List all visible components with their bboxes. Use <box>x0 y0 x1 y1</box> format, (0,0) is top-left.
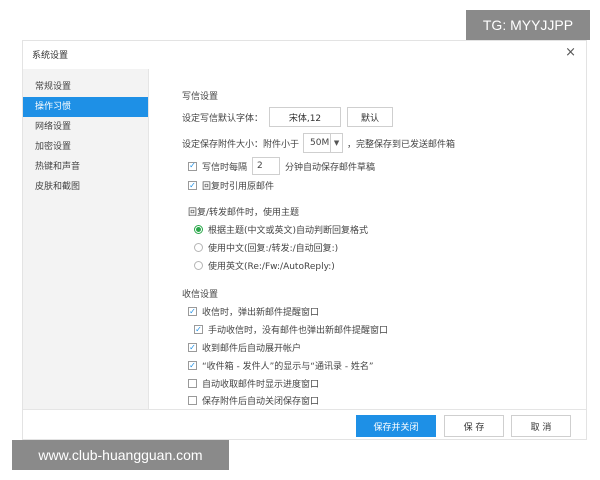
auto-close-save-checkbox[interactable] <box>188 396 197 405</box>
receive-item: ✓ 收信时，弹出新邮件提醒窗口 <box>188 305 319 318</box>
sidebar-item-encryption[interactable]: 加密设置 <box>23 137 148 157</box>
font-label: 设定写信默认字体： <box>182 113 264 124</box>
receive-item: ✓ 手动收信时，没有邮件也弹出新邮件提醒窗口 <box>194 323 388 336</box>
receive-item: ✓ “收件箱 - 发件人”的显示与“通讯录 - 姓名” <box>188 359 374 372</box>
quote-original-checkbox[interactable]: ✓ <box>188 181 197 190</box>
settings-sidebar: 常规设置 操作习惯 网络设置 加密设置 热键和声音 皮肤和截图 <box>23 69 149 409</box>
receive-item: 保存附件后自动关闭保存窗口 <box>188 394 319 407</box>
attachment-size-select[interactable]: 50M ▼ <box>303 133 344 153</box>
chevron-down-icon[interactable]: ▼ <box>330 134 342 152</box>
receive-section-title: 收信设置 <box>182 290 219 300</box>
display-name-checkbox[interactable]: ✓ <box>188 361 197 370</box>
attachment-label: 设定保存附件大小：附件小于 <box>182 139 300 150</box>
auto-close-save-label: 保存附件后自动关闭保存窗口 <box>202 397 320 407</box>
autosave-row: ✓ 写信时每隔 2 分钟自动保存邮件草稿 <box>188 157 375 175</box>
display-name-label: “收件箱 - 发件人”的显示与“通讯录 - 姓名” <box>202 362 374 372</box>
reply-option-chinese-label: 使用中文(回复:/转发:/自动回复:) <box>208 244 339 254</box>
watermark-top: TG: MYYJJPP <box>466 10 590 40</box>
radio-auto[interactable] <box>194 225 203 234</box>
progress-window-label: 自动收取邮件时显示进度窗口 <box>202 380 320 390</box>
attachment-size-value: 50M <box>310 138 330 148</box>
compose-section-title: 写信设置 <box>182 92 219 102</box>
autosave-suffix: 分钟自动保存邮件草稿 <box>285 162 376 173</box>
autosave-checkbox[interactable]: ✓ <box>188 161 197 171</box>
save-and-close-button[interactable]: 保存并关闭 <box>356 415 436 437</box>
font-picker-button[interactable]: 宋体,12 <box>269 107 342 127</box>
quote-original-label: 回复时引用原邮件 <box>202 182 275 192</box>
font-row: 设定写信默认字体： 宋体,12 默认 <box>182 107 394 127</box>
sidebar-item-skin-screenshot[interactable]: 皮肤和截图 <box>23 177 148 197</box>
title-bar: 系统设置 × <box>23 41 586 69</box>
sidebar-item-operation-habits[interactable]: 操作习惯 <box>23 97 148 117</box>
manual-receive-label: 手动收信时，没有邮件也弹出新邮件提醒窗口 <box>208 326 389 336</box>
font-default-button[interactable]: 默认 <box>347 107 394 127</box>
reply-option-english[interactable]: 使用英文(Re:/Fw:/AutoReply:) <box>194 259 335 272</box>
reply-subject-label: 回复/转发邮件时，使用主题 <box>188 208 300 218</box>
cancel-button[interactable]: 取 消 <box>511 415 571 437</box>
reply-option-chinese[interactable]: 使用中文(回复:/转发:/自动回复:) <box>194 241 338 254</box>
receive-item: ✓ 收到邮件后自动展开帐户 <box>188 341 301 354</box>
reply-option-auto[interactable]: 根据主题(中文或英文)自动判断回复格式 <box>194 223 368 236</box>
quote-original-row: ✓ 回复时引用原邮件 <box>188 179 274 192</box>
settings-dialog: 系统设置 × 常规设置 操作习惯 网络设置 加密设置 热键和声音 皮肤和截图 写… <box>22 40 587 440</box>
save-button[interactable]: 保 存 <box>444 415 504 437</box>
radio-english[interactable] <box>194 261 203 270</box>
sidebar-item-network[interactable]: 网络设置 <box>23 117 148 137</box>
attachment-row: 设定保存附件大小：附件小于 50M ▼ ，完整保存到已发送邮件箱 <box>182 133 455 153</box>
close-icon[interactable]: × <box>565 45 576 60</box>
dialog-title: 系统设置 <box>32 51 69 61</box>
sidebar-item-general[interactable]: 常规设置 <box>23 77 148 97</box>
autosave-minutes-input[interactable]: 2 <box>252 157 281 175</box>
manual-receive-checkbox[interactable]: ✓ <box>194 325 203 334</box>
attachment-suffix: ，完整保存到已发送邮件箱 <box>347 139 456 150</box>
progress-window-checkbox[interactable] <box>188 379 197 388</box>
sidebar-item-hotkeys-sound[interactable]: 热键和声音 <box>23 157 148 177</box>
reply-option-auto-label: 根据主题(中文或英文)自动判断回复格式 <box>208 226 369 236</box>
radio-chinese[interactable] <box>194 243 203 252</box>
receive-popup-checkbox[interactable]: ✓ <box>188 307 197 316</box>
expand-account-checkbox[interactable]: ✓ <box>188 343 197 352</box>
dialog-footer: 保存并关闭 保 存 取 消 <box>23 409 586 439</box>
autosave-prefix: 写信时每隔 <box>202 162 248 173</box>
receive-popup-label: 收信时，弹出新邮件提醒窗口 <box>202 308 320 318</box>
reply-subject-label-row: 回复/转发邮件时，使用主题 <box>188 205 299 218</box>
receive-item: 自动收取邮件时显示进度窗口 <box>188 377 319 390</box>
reply-option-english-label: 使用英文(Re:/Fw:/AutoReply:) <box>208 262 335 272</box>
watermark-bottom: www.club-huangguan.com <box>12 440 229 470</box>
settings-content: 写信设置 设定写信默认字体： 宋体,12 默认 设定保存附件大小：附件小于 50… <box>150 69 586 409</box>
expand-account-label: 收到邮件后自动展开帐户 <box>202 344 302 354</box>
